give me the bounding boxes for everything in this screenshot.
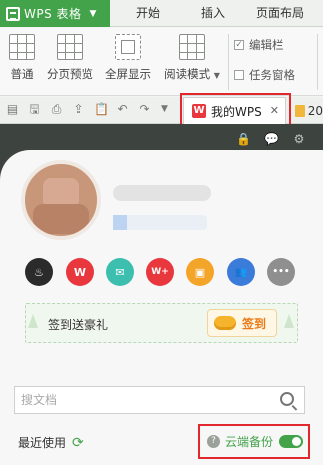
caret-down-icon: ▼ (213, 71, 220, 80)
fullscreen-icon (115, 34, 141, 60)
reading-mode-label: 阅读模式 (164, 67, 211, 81)
clipboard-icon[interactable]: 📋 (94, 103, 109, 116)
wps-spreadsheet-logo-icon (6, 6, 20, 21)
signin-promo-text: 签到送豪礼 (48, 318, 109, 332)
cloud-backup-control: ? 云端备份 (207, 433, 304, 450)
formula-bar-label: 编辑栏 (249, 38, 284, 52)
page-break-preview-label: 分页预览 (47, 67, 93, 81)
ribbon-edge (317, 34, 323, 90)
caret-down-icon: ▼ (89, 8, 97, 19)
wps-logo-icon: W (192, 104, 206, 118)
calendar-icon[interactable]: ▣ (186, 258, 214, 286)
reading-mode-button[interactable]: 阅读模式 ▼ (159, 34, 225, 82)
cloud-backup-toggle[interactable] (279, 435, 304, 448)
more-icon[interactable]: ••• (267, 258, 295, 286)
app-menu-button[interactable]: WPS 表格 ▼ (0, 0, 110, 27)
tree-decoration-icon (284, 314, 294, 328)
flame-icon[interactable]: ♨ (25, 258, 53, 286)
normal-view-icon (9, 34, 35, 60)
ribbon-divider (228, 34, 229, 90)
export-icon[interactable]: ⇪ (72, 103, 85, 116)
formula-bar-checkbox[interactable]: ✓ 编辑栏 (234, 37, 284, 53)
tab-my-wps-label: 我的WPS (211, 104, 262, 119)
fullscreen-button[interactable]: 全屏显示 (100, 34, 156, 82)
search-input[interactable] (21, 391, 271, 409)
tab-my-wps[interactable]: W 我的WPS ✕ (183, 97, 286, 124)
tab-page-layout[interactable]: 页面布局 (245, 0, 315, 27)
contacts-icon[interactable]: 👥 (227, 258, 255, 286)
print-preview-icon[interactable]: ⎙ (50, 103, 63, 116)
wps-plus-icon[interactable]: W+ (146, 258, 174, 286)
search-icon[interactable] (280, 392, 294, 406)
fullscreen-label: 全屏显示 (105, 67, 151, 81)
help-icon[interactable]: ? (207, 435, 220, 448)
save-icon[interactable]: 🖫 (28, 103, 41, 116)
page-break-preview-icon (57, 34, 83, 60)
wps-icon[interactable]: W (66, 258, 94, 286)
normal-view-label: 普通 (10, 67, 34, 81)
signin-banner: 签到送豪礼 签到 (25, 303, 298, 343)
wps-window: WPS 表格 ▼ 开始 插入 页面布局 普通 分页预览 全屏显示 阅读模式 ▼ … (0, 0, 323, 465)
lock-icon[interactable]: 🔒 (236, 132, 251, 146)
recent-label: 最近使用 (18, 436, 67, 450)
ribbon: 普通 分页预览 全屏显示 阅读模式 ▼ ✓ 编辑栏 任务窗格 (0, 28, 323, 96)
signin-button-label: 签到 (242, 316, 267, 331)
tree-decoration-icon (28, 314, 38, 328)
quick-access-dropdown-icon[interactable]: ▼ (158, 103, 171, 116)
checkbox-checked-icon: ✓ (234, 40, 244, 50)
tab-home[interactable]: 开始 (123, 0, 173, 27)
task-pane-checkbox[interactable]: 任务窗格 (234, 67, 295, 83)
document-search (14, 386, 305, 414)
document-icon (295, 104, 305, 117)
tab-next-label: 20 (307, 103, 323, 118)
message-icon[interactable]: 💬 (264, 132, 279, 146)
username-blurred (113, 185, 211, 201)
cloud-backup-label: 云端备份 (225, 435, 274, 449)
account-info-blurred (113, 215, 207, 230)
task-pane-label: 任务窗格 (249, 68, 295, 82)
coin-icon (214, 316, 236, 330)
recent-section-header: 最近使用 ⟳ (18, 434, 84, 451)
new-doc-icon[interactable]: ▤ (6, 103, 19, 116)
avatar[interactable] (21, 160, 101, 240)
refresh-icon[interactable]: ⟳ (72, 435, 84, 451)
signin-button[interactable]: 签到 (207, 309, 277, 337)
menu-bar: WPS 表格 ▼ 开始 插入 页面布局 (0, 0, 323, 27)
redo-icon[interactable]: ↷ (138, 103, 151, 116)
reading-mode-icon (179, 34, 205, 60)
close-icon[interactable]: ✕ (270, 104, 279, 117)
page-break-preview-button[interactable]: 分页预览 (42, 34, 98, 82)
app-name: WPS 表格 (24, 7, 82, 21)
normal-view-button[interactable]: 普通 (6, 34, 38, 82)
tab-insert[interactable]: 插入 (188, 0, 238, 27)
mail-icon[interactable]: ✉ (106, 258, 134, 286)
checkbox-icon (234, 70, 244, 80)
tab-next-document[interactable]: 20 (292, 97, 323, 124)
undo-icon[interactable]: ↶ (116, 103, 129, 116)
settings-icon[interactable]: ⚙ (292, 132, 306, 146)
